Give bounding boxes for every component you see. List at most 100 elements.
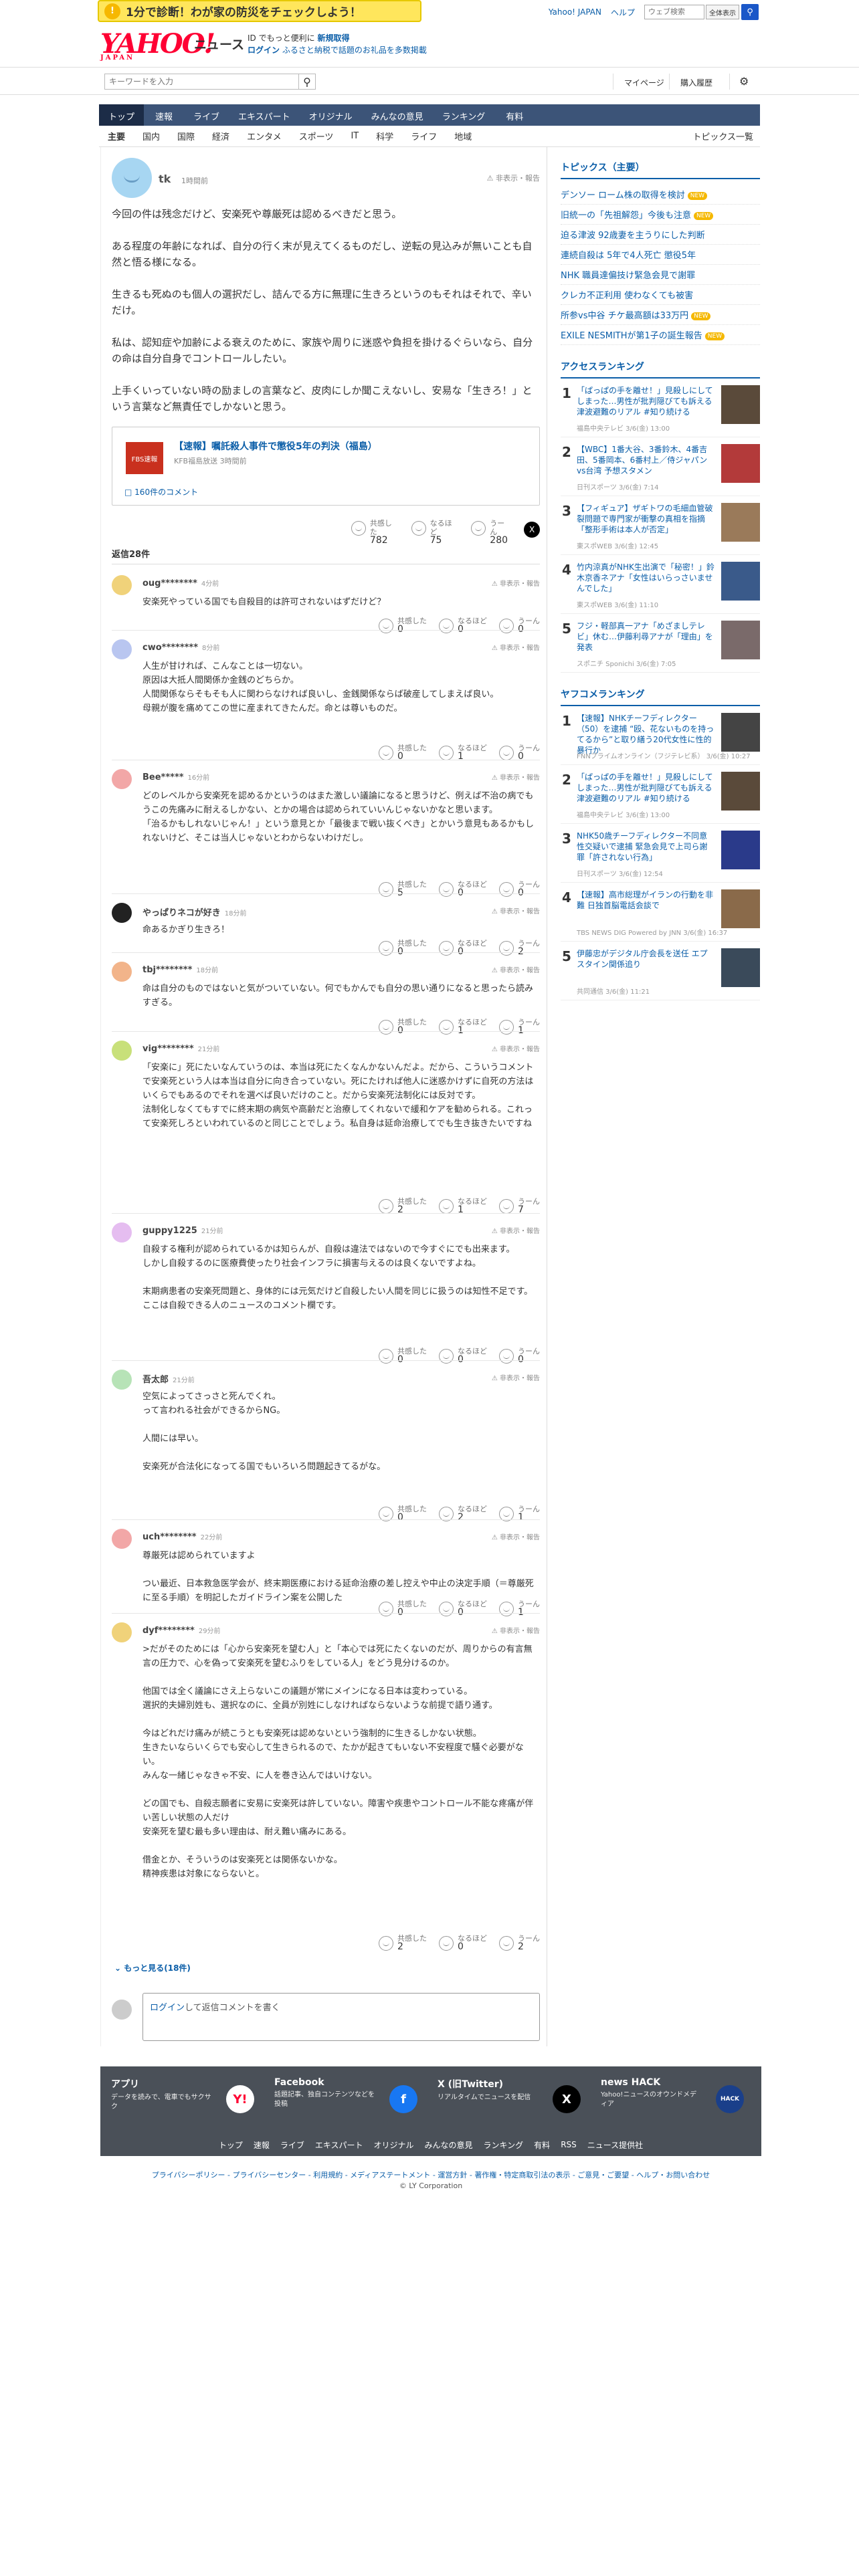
react-uun-button[interactable]: うーん 0 xyxy=(499,617,540,634)
reply-user[interactable]: oug******** 4分前 xyxy=(142,578,219,588)
react-uun-button[interactable]: うーん 7 xyxy=(499,1197,540,1214)
topics-list-link[interactable]: トピックス一覧 xyxy=(692,130,753,142)
article-card[interactable]: FBS速報 【速報】嘱託殺人事件で懲役5年の判決（福島） KFB福島放送 3時間… xyxy=(112,427,540,506)
register-link[interactable]: 新規取得 xyxy=(317,33,349,43)
react-uun-button[interactable]: うーん 280 xyxy=(471,519,512,545)
react-uun-button[interactable]: うーん 0 xyxy=(499,880,540,897)
topic-link[interactable]: NHK 職員達偏技け緊急会見で謝罪 xyxy=(561,265,760,285)
x-share-icon[interactable]: X xyxy=(524,522,540,538)
topic-link[interactable]: 連続自殺は 5年で4人死亡 懲役5年 xyxy=(561,245,760,265)
react-empathy-button[interactable]: 共感した 0 xyxy=(379,1600,427,1617)
react-uun-button[interactable]: うーん 0 xyxy=(499,744,540,761)
footer-nav-link[interactable]: ニュース提供社 xyxy=(587,2139,643,2151)
furusato-link[interactable]: ふるさと納税で話題のお礼品を多数掲載 xyxy=(282,45,427,55)
search-scope-button[interactable]: 全体表示 xyxy=(706,5,739,19)
ranking-item[interactable]: 4 竹内涼真がNHK生出演で「秘密！」鈴木京香ネアナ「女性はいらっさいませんでした… xyxy=(561,560,760,614)
subnav-local[interactable]: 地域 xyxy=(446,130,480,142)
react-naruhodo-button[interactable]: なるほど 0 xyxy=(439,1600,487,1617)
react-uun-button[interactable]: うーん 1 xyxy=(499,1600,540,1617)
nav-ranking[interactable]: ランキング xyxy=(433,104,495,126)
news-search-input[interactable] xyxy=(104,74,305,90)
reply-user[interactable]: 吾太郎 21分前 xyxy=(142,1372,195,1385)
help-link[interactable]: ヘルプ xyxy=(611,7,635,18)
report-link[interactable]: ⚠ 非表示・報告 xyxy=(492,1225,540,1235)
topic-link[interactable]: EXILE NESMITHが第1子の誕生報告 NEW xyxy=(561,325,760,345)
react-naruhodo-button[interactable]: なるほど 0 xyxy=(439,939,487,956)
footer-nav-link[interactable]: 速報 xyxy=(254,2139,270,2151)
nav-top[interactable]: トップ xyxy=(99,104,145,126)
footer-app-link[interactable]: アプリ データを読みで、電車でもサクサク Y! xyxy=(111,2077,265,2131)
react-empathy-button[interactable]: 共感した 0 xyxy=(379,617,427,634)
footer-app-link[interactable]: news HACK Yahoo!ニュースのオウンドメディア HACK xyxy=(601,2077,755,2131)
react-uun-button[interactable]: うーん 2 xyxy=(499,939,540,956)
report-link[interactable]: ⚠ 非表示・報告 xyxy=(492,772,540,782)
ranking-item[interactable]: 3 NHK50歳チーフディレクター不同意性交疑いで逮捕 緊急会見で上司ら謝罪「許さ… xyxy=(561,829,760,883)
react-empathy-button[interactable]: 共感した 0 xyxy=(379,1018,427,1035)
subnav-entertainment[interactable]: エンタメ xyxy=(238,130,290,142)
subnav-main[interactable]: 主要 xyxy=(99,130,134,142)
nav-expert[interactable]: エキスパート xyxy=(229,104,300,126)
reply-user[interactable]: guppy1225 21分前 xyxy=(142,1225,223,1236)
footer-nav-link[interactable]: 有料 xyxy=(534,2139,550,2151)
footer-nav-link[interactable]: みんなの意見 xyxy=(425,2139,473,2151)
footer-nav-link[interactable]: オリジナル xyxy=(374,2139,414,2151)
reply-user[interactable]: cwo******** 8分前 xyxy=(142,642,219,653)
topic-link[interactable]: 旧統一の「先祖解怨」今後も注意 NEW xyxy=(561,205,760,225)
react-naruhodo-button[interactable]: なるほど 1 xyxy=(439,1197,487,1214)
ranking-item[interactable]: 4 【速報】高市総理がイランの行動を非難 日独首脳電話会談で TBS NEWS DI… xyxy=(561,888,760,942)
promo-banner[interactable]: ! 1分で診断！わが家の防災をチェックしよう！ xyxy=(98,0,421,22)
react-empathy-button[interactable]: 共感した 2 xyxy=(379,1934,427,1951)
nav-breaking[interactable]: 速報 xyxy=(144,104,184,126)
react-naruhodo-button[interactable]: なるほど 1 xyxy=(439,1018,487,1035)
ranking-item[interactable]: 5 フジ・軽部真一アナ「めざましテレビ」休む…伊藤利尋アナが「理由」を発表 スポニチ… xyxy=(561,619,760,673)
footer-nav-link[interactable]: エキスパート xyxy=(315,2139,363,2151)
article-title[interactable]: 【速報】嘱託殺人事件で懲役5年の判決（福島） xyxy=(174,439,377,453)
show-more-button[interactable]: ⌄ もっと見る(18件) xyxy=(114,1962,191,1973)
gear-icon[interactable]: ⚙ xyxy=(729,74,758,90)
report-link[interactable]: ⚠ 非表示・報告 xyxy=(492,905,540,916)
report-link[interactable]: ⚠ 非表示・報告 xyxy=(492,578,540,588)
reply-user[interactable]: tbj******** 18分前 xyxy=(142,964,218,975)
report-link[interactable]: ⚠ 非表示・報告 xyxy=(492,1043,540,1053)
yahoo-japan-link[interactable]: Yahoo! JAPAN xyxy=(549,7,601,17)
react-empathy-button[interactable]: 共感した 2 xyxy=(379,1197,427,1214)
footer-nav-link[interactable]: ランキング xyxy=(484,2139,524,2151)
topic-link[interactable]: デンソー ローム株の取得を検討 NEW xyxy=(561,185,760,205)
report-link[interactable]: ⚠ 非表示・報告 xyxy=(492,1625,540,1635)
reply-user[interactable]: vig******** 21分前 xyxy=(142,1043,219,1054)
reply-user[interactable]: やっぱりネコが好き 18分前 xyxy=(142,905,246,918)
reply-user[interactable]: dyf******** 29分前 xyxy=(142,1625,221,1636)
topic-link[interactable]: 所参vs中谷 チケ最高額は33万円 NEW xyxy=(561,305,760,325)
ranking-item[interactable]: 2 【WBC】1番大谷、3番鈴木、4番吉田、5番岡本、6番村上／侍ジャパンvs台湾… xyxy=(561,443,760,496)
report-link[interactable]: ⚠ 非表示・報告 xyxy=(492,642,540,652)
login-link[interactable]: ログイン xyxy=(248,45,280,55)
footer-nav-link[interactable]: RSS xyxy=(561,2140,577,2149)
react-empathy-button[interactable]: 共感した 0 xyxy=(379,744,427,761)
report-link[interactable]: ⚠ 非表示・報告 xyxy=(492,1372,540,1382)
subnav-it[interactable]: IT xyxy=(342,131,367,141)
comment-user[interactable]: tk xyxy=(159,173,171,185)
footer-links[interactable]: プライバシーポリシー - プライバシーセンター - 利用規約 - メディアステー… xyxy=(100,2169,761,2180)
react-empathy-button[interactable]: 共感した 0 xyxy=(379,1347,427,1364)
login-link[interactable]: ログイン xyxy=(150,2003,185,2013)
footer-nav-link[interactable]: トップ xyxy=(219,2139,243,2151)
react-uun-button[interactable]: うーん 0 xyxy=(499,1347,540,1364)
purchase-history-link[interactable]: 購入履歴 xyxy=(669,74,723,90)
subnav-economy[interactable]: 経済 xyxy=(203,130,238,142)
subnav-world[interactable]: 国際 xyxy=(169,130,203,142)
subnav-science[interactable]: 科学 xyxy=(367,130,402,142)
topic-link[interactable]: クレカ不正利用 使わなくても被害 xyxy=(561,285,760,305)
react-empathy-button[interactable]: 共感した 782 xyxy=(351,519,399,545)
react-naruhodo-button[interactable]: なるほど 0 xyxy=(439,617,487,634)
nav-opinion[interactable]: みんなの意見 xyxy=(362,104,433,126)
reply-input[interactable]: ログインして返信コメントを書く xyxy=(142,1993,540,2041)
nav-live[interactable]: ライブ xyxy=(184,104,229,126)
react-empathy-button[interactable]: 共感した 0 xyxy=(379,939,427,956)
footer-app-link[interactable]: Facebook 話題記事、独自コンテンツなどを投稿 f xyxy=(274,2077,428,2131)
react-naruhodo-button[interactable]: なるほど 0 xyxy=(439,1347,487,1364)
article-comments-link[interactable]: □ 160件のコメント xyxy=(124,486,198,498)
web-search-input[interactable] xyxy=(644,5,704,19)
ranking-item[interactable]: 1 「ぱっぱの手を離せ！」見殺しにしてしまった…男性が批判隠びても訴える津波避難の… xyxy=(561,384,760,437)
footer-nav-link[interactable]: ライブ xyxy=(280,2139,304,2151)
react-empathy-button[interactable]: 共感した 5 xyxy=(379,880,427,897)
